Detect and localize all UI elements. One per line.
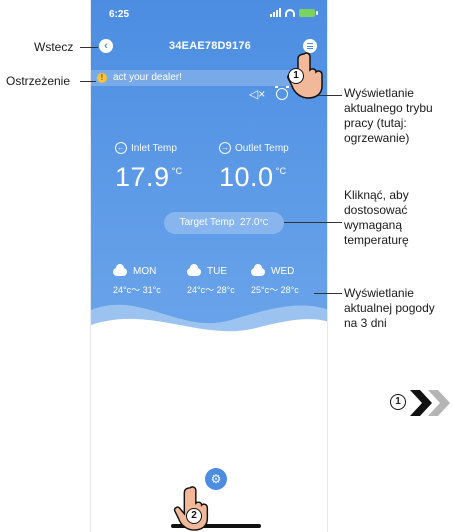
weather-day: WED 25°c～ 28°c — [251, 263, 321, 296]
status-time: 6:25 — [109, 9, 130, 20]
status-bar: 6:25 — [91, 0, 327, 28]
inlet-temp-label: Inlet Temp — [131, 142, 177, 154]
signal-icon — [270, 8, 281, 17]
outlet-temp-value: 10.0 — [219, 162, 274, 192]
warning-icon: ! — [97, 73, 107, 83]
next-step-indicator: 1 — [390, 388, 454, 418]
target-temp-button[interactable]: Target Temp 27.0°C — [164, 212, 284, 234]
weather-day-name: MON — [133, 266, 157, 277]
callout-line — [80, 47, 98, 48]
hand-pointer-2: 2 — [172, 484, 212, 532]
weather-day-range: 25°c～ 28°c — [251, 285, 299, 295]
inlet-temp: ← Inlet Temp 17.9 °C — [115, 142, 215, 193]
callout-line — [80, 81, 96, 82]
next-step-number: 1 — [390, 394, 406, 410]
battery-icon — [299, 8, 318, 17]
hand-pointer-1: 1 — [286, 50, 326, 100]
inlet-temp-unit: °C — [171, 166, 183, 176]
outlet-temp: → Outlet Temp 10.0 °C — [219, 142, 319, 193]
arrow-left-circle-icon: ← — [115, 142, 127, 154]
weather-day-name: TUE — [207, 266, 227, 277]
weather-day: MON 24°c～ 31°c — [113, 263, 183, 296]
cloud-icon — [187, 263, 201, 276]
double-chevron-right-icon — [410, 390, 450, 416]
marker-number: 2 — [186, 508, 202, 524]
cloud-icon — [251, 263, 265, 276]
weather-forecast: MON 24°c～ 31°c TUE 24°c～ 28°c WED 25°c～ … — [91, 263, 327, 300]
weather-day-name: WED — [271, 266, 295, 277]
target-temp-value: 27.0 — [239, 217, 260, 228]
outlet-temp-label: Outlet Temp — [235, 142, 289, 154]
inlet-temp-value: 17.9 — [115, 162, 170, 192]
gear-icon: ⚙ — [210, 472, 222, 486]
target-temp-unit: °C — [259, 218, 269, 227]
callout-line — [314, 293, 342, 294]
warning-banner[interactable]: ! act your dealer! — [91, 70, 301, 86]
marker-number: 1 — [288, 68, 304, 84]
target-temp-label: Target Temp — [179, 217, 235, 228]
callout-back: Wstecz — [34, 40, 74, 54]
warning-text: act your dealer! — [113, 72, 182, 83]
outlet-temp-unit: °C — [275, 166, 287, 176]
arrow-right-circle-icon: → — [219, 142, 231, 154]
wifi-icon — [285, 8, 295, 17]
cloud-icon — [113, 263, 127, 276]
weather-day-range: 24°c～ 31°c — [113, 285, 161, 295]
callout-weather: Wyświetlanie aktualnej pogody na 3 dni — [344, 286, 435, 330]
temperature-panel: ← Inlet Temp 17.9 °C → Outlet Temp 10.0 °C — [91, 142, 327, 202]
mute-icon[interactable]: ◁× — [249, 87, 265, 101]
weather-day-range: 24°c～ 28°c — [187, 285, 235, 295]
status-icons — [270, 8, 318, 17]
callout-target: Kliknąć, aby dostosować wymaganą tempera… — [344, 188, 409, 247]
callout-line — [284, 222, 342, 223]
weather-day: TUE 24°c～ 28°c — [187, 263, 257, 296]
callout-warning: Ostrzeżenie — [6, 74, 71, 88]
callout-line — [318, 95, 342, 96]
callout-mode: Wyświetlanie aktualnego trybu pracy (tut… — [344, 86, 433, 145]
